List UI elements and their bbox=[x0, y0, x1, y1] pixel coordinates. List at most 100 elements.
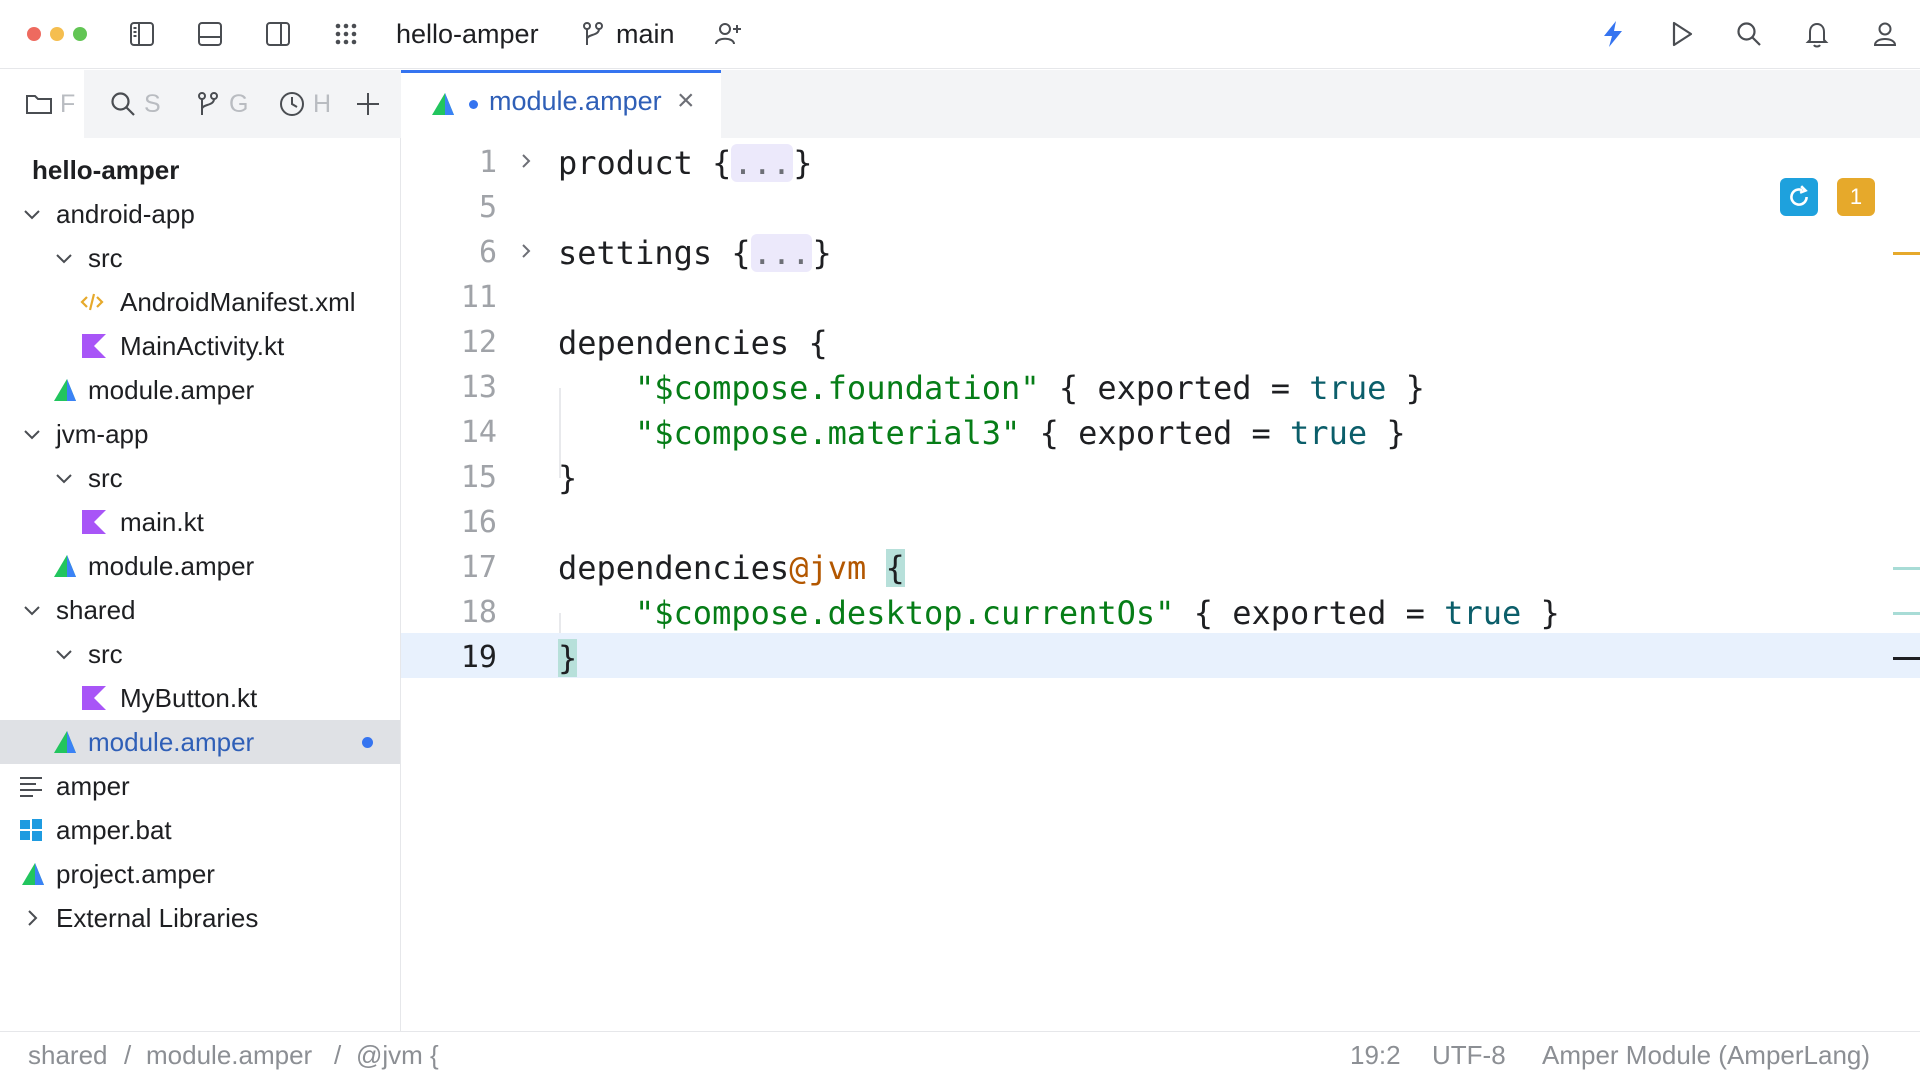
line-number: 1 bbox=[478, 145, 497, 180]
chevron-down-icon[interactable] bbox=[21, 423, 43, 445]
editor-tab-strip: module.amper × bbox=[401, 70, 1920, 138]
tree-item-module-amper-selected[interactable]: module.amper bbox=[0, 720, 400, 764]
folded-region[interactable]: ... bbox=[731, 144, 794, 182]
tree-item-jvm-app[interactable]: jvm-app bbox=[0, 412, 400, 456]
reload-project-button[interactable] bbox=[1780, 178, 1818, 216]
add-tool-tab[interactable] bbox=[353, 70, 383, 138]
window-close-button[interactable] bbox=[27, 27, 41, 41]
code-line-14[interactable]: 14 "$compose.material3" { exported = tru… bbox=[401, 408, 1920, 453]
history-tool-tab[interactable]: H bbox=[277, 70, 333, 138]
tree-item-module-amper[interactable]: module.amper bbox=[0, 368, 400, 412]
tab-label: module.amper bbox=[489, 86, 662, 116]
run-icon[interactable] bbox=[1661, 14, 1701, 54]
close-icon[interactable]: × bbox=[677, 84, 695, 118]
keyword-true: true bbox=[1309, 369, 1387, 407]
window-minimize-button[interactable] bbox=[50, 27, 64, 41]
chevron-down-icon[interactable] bbox=[53, 247, 75, 269]
file-encoding[interactable]: UTF-8 bbox=[1432, 1040, 1506, 1071]
code-line-11[interactable]: 11 bbox=[401, 273, 1920, 318]
code-line-6[interactable]: 6 settings {...} bbox=[401, 228, 1920, 273]
add-user-icon[interactable] bbox=[708, 14, 748, 54]
left-panel-icon[interactable] bbox=[122, 14, 162, 54]
search-icon[interactable] bbox=[1729, 14, 1769, 54]
code-editor[interactable]: 1 product {...} 5 6 settings {...} 11 12… bbox=[401, 138, 1920, 1031]
xml-file-icon bbox=[80, 293, 104, 311]
keyword-dependencies: dependencies bbox=[558, 549, 790, 587]
branch-icon[interactable] bbox=[573, 14, 613, 54]
project-name-widget[interactable]: hello-amper bbox=[396, 16, 539, 52]
bell-icon[interactable] bbox=[1797, 14, 1837, 54]
amper-file-icon bbox=[54, 731, 76, 753]
search-tool-tab[interactable]: S bbox=[108, 70, 164, 138]
exported-open: { exported = bbox=[1039, 369, 1310, 407]
amper-file-icon bbox=[22, 863, 44, 885]
bottom-panel-icon[interactable] bbox=[190, 14, 230, 54]
tree-item-shared[interactable]: shared bbox=[0, 588, 400, 632]
kotlin-file-icon bbox=[82, 510, 106, 534]
editor-tab-module-amper[interactable]: module.amper × bbox=[401, 70, 721, 138]
tree-item-src[interactable]: src bbox=[0, 456, 400, 500]
string-literal: "$compose.material3" bbox=[635, 414, 1021, 452]
code-line-17[interactable]: 17 dependencies@jvm { bbox=[401, 543, 1920, 588]
text-file-icon bbox=[20, 777, 42, 797]
chevron-down-icon[interactable] bbox=[53, 643, 75, 665]
fold-chevron-icon[interactable] bbox=[516, 151, 536, 171]
amper-file-icon bbox=[54, 379, 76, 401]
folded-region[interactable]: ... bbox=[750, 234, 813, 272]
tree-item-src[interactable]: src bbox=[0, 632, 400, 676]
code-line-12[interactable]: 12 dependencies { bbox=[401, 318, 1920, 363]
tree-root[interactable]: hello-amper bbox=[0, 148, 400, 192]
usage-stripe-marker[interactable] bbox=[1893, 612, 1920, 615]
code-line-16[interactable]: 16 bbox=[401, 498, 1920, 543]
window-zoom-button[interactable] bbox=[73, 27, 87, 41]
exported-open: { exported = bbox=[1174, 594, 1445, 632]
right-panel-icon[interactable] bbox=[258, 14, 298, 54]
app-grid-icon[interactable] bbox=[326, 14, 366, 54]
git-tool-tab[interactable]: G bbox=[193, 70, 249, 138]
warning-stripe-marker[interactable] bbox=[1893, 252, 1920, 255]
line-number: 15 bbox=[460, 460, 497, 495]
code-line-15[interactable]: 15 } bbox=[401, 453, 1920, 498]
caret-position[interactable]: 19:2 bbox=[1350, 1040, 1401, 1071]
tree-item-main-kt[interactable]: main.kt bbox=[0, 500, 400, 544]
line-number: 13 bbox=[460, 370, 497, 405]
tab-modified-indicator bbox=[469, 100, 478, 109]
fold-chevron-icon[interactable] bbox=[516, 241, 536, 261]
breadcrumb-separator: / bbox=[124, 1040, 132, 1070]
tree-item-module-amper[interactable]: module.amper bbox=[0, 544, 400, 588]
tree-item-amper[interactable]: amper bbox=[0, 764, 400, 808]
tree-item-amper-bat[interactable]: amper.bat bbox=[0, 808, 400, 852]
breadcrumb-module-amper[interactable]: module.amper bbox=[146, 1040, 312, 1071]
line-number: 6 bbox=[478, 235, 497, 270]
breadcrumb-shared[interactable]: shared bbox=[28, 1040, 108, 1071]
file-language[interactable]: Amper Module (AmperLang) bbox=[1542, 1040, 1870, 1071]
tree-item-src[interactable]: src bbox=[0, 236, 400, 280]
tree-item-external-libraries[interactable]: External Libraries bbox=[0, 896, 400, 940]
tree-item-mainactivity[interactable]: MainActivity.kt bbox=[0, 324, 400, 368]
profile-icon[interactable] bbox=[1865, 14, 1905, 54]
windows-file-icon bbox=[20, 819, 42, 841]
lightning-icon[interactable] bbox=[1593, 14, 1633, 54]
warning-count-badge[interactable]: 1 bbox=[1837, 178, 1875, 216]
code-line-18[interactable]: 18 "$compose.desktop.currentOs" { export… bbox=[401, 588, 1920, 633]
line-number: 19 bbox=[460, 640, 497, 675]
chevron-down-icon[interactable] bbox=[21, 599, 43, 621]
chevron-down-icon[interactable] bbox=[21, 203, 43, 225]
tree-item-project-amper[interactable]: project.amper bbox=[0, 852, 400, 896]
active-tab-indicator bbox=[401, 70, 721, 73]
tree-item-mybutton[interactable]: MyButton.kt bbox=[0, 676, 400, 720]
code-line-5[interactable]: 5 bbox=[401, 183, 1920, 228]
chevron-down-icon[interactable] bbox=[53, 467, 75, 489]
branch-name-widget[interactable]: main bbox=[616, 16, 675, 52]
string-literal: "$compose.desktop.currentOs" bbox=[635, 594, 1175, 632]
tree-item-androidmanifest[interactable]: AndroidManifest.xml bbox=[0, 280, 400, 324]
project-tool-tab[interactable]: F bbox=[24, 70, 84, 138]
usage-stripe-marker[interactable] bbox=[1893, 567, 1920, 570]
code-line-19-current[interactable]: 19 } bbox=[401, 633, 1920, 678]
code-line-1[interactable]: 1 product {...} bbox=[401, 138, 1920, 183]
chevron-right-icon[interactable] bbox=[21, 907, 43, 929]
tree-item-android-app[interactable]: android-app bbox=[0, 192, 400, 236]
breadcrumb-jvm[interactable]: @jvm { bbox=[356, 1040, 439, 1071]
status-bar: shared / module.amper / @jvm { 19:2 UTF-… bbox=[0, 1031, 1920, 1080]
code-line-13[interactable]: 13 "$compose.foundation" { exported = tr… bbox=[401, 363, 1920, 408]
